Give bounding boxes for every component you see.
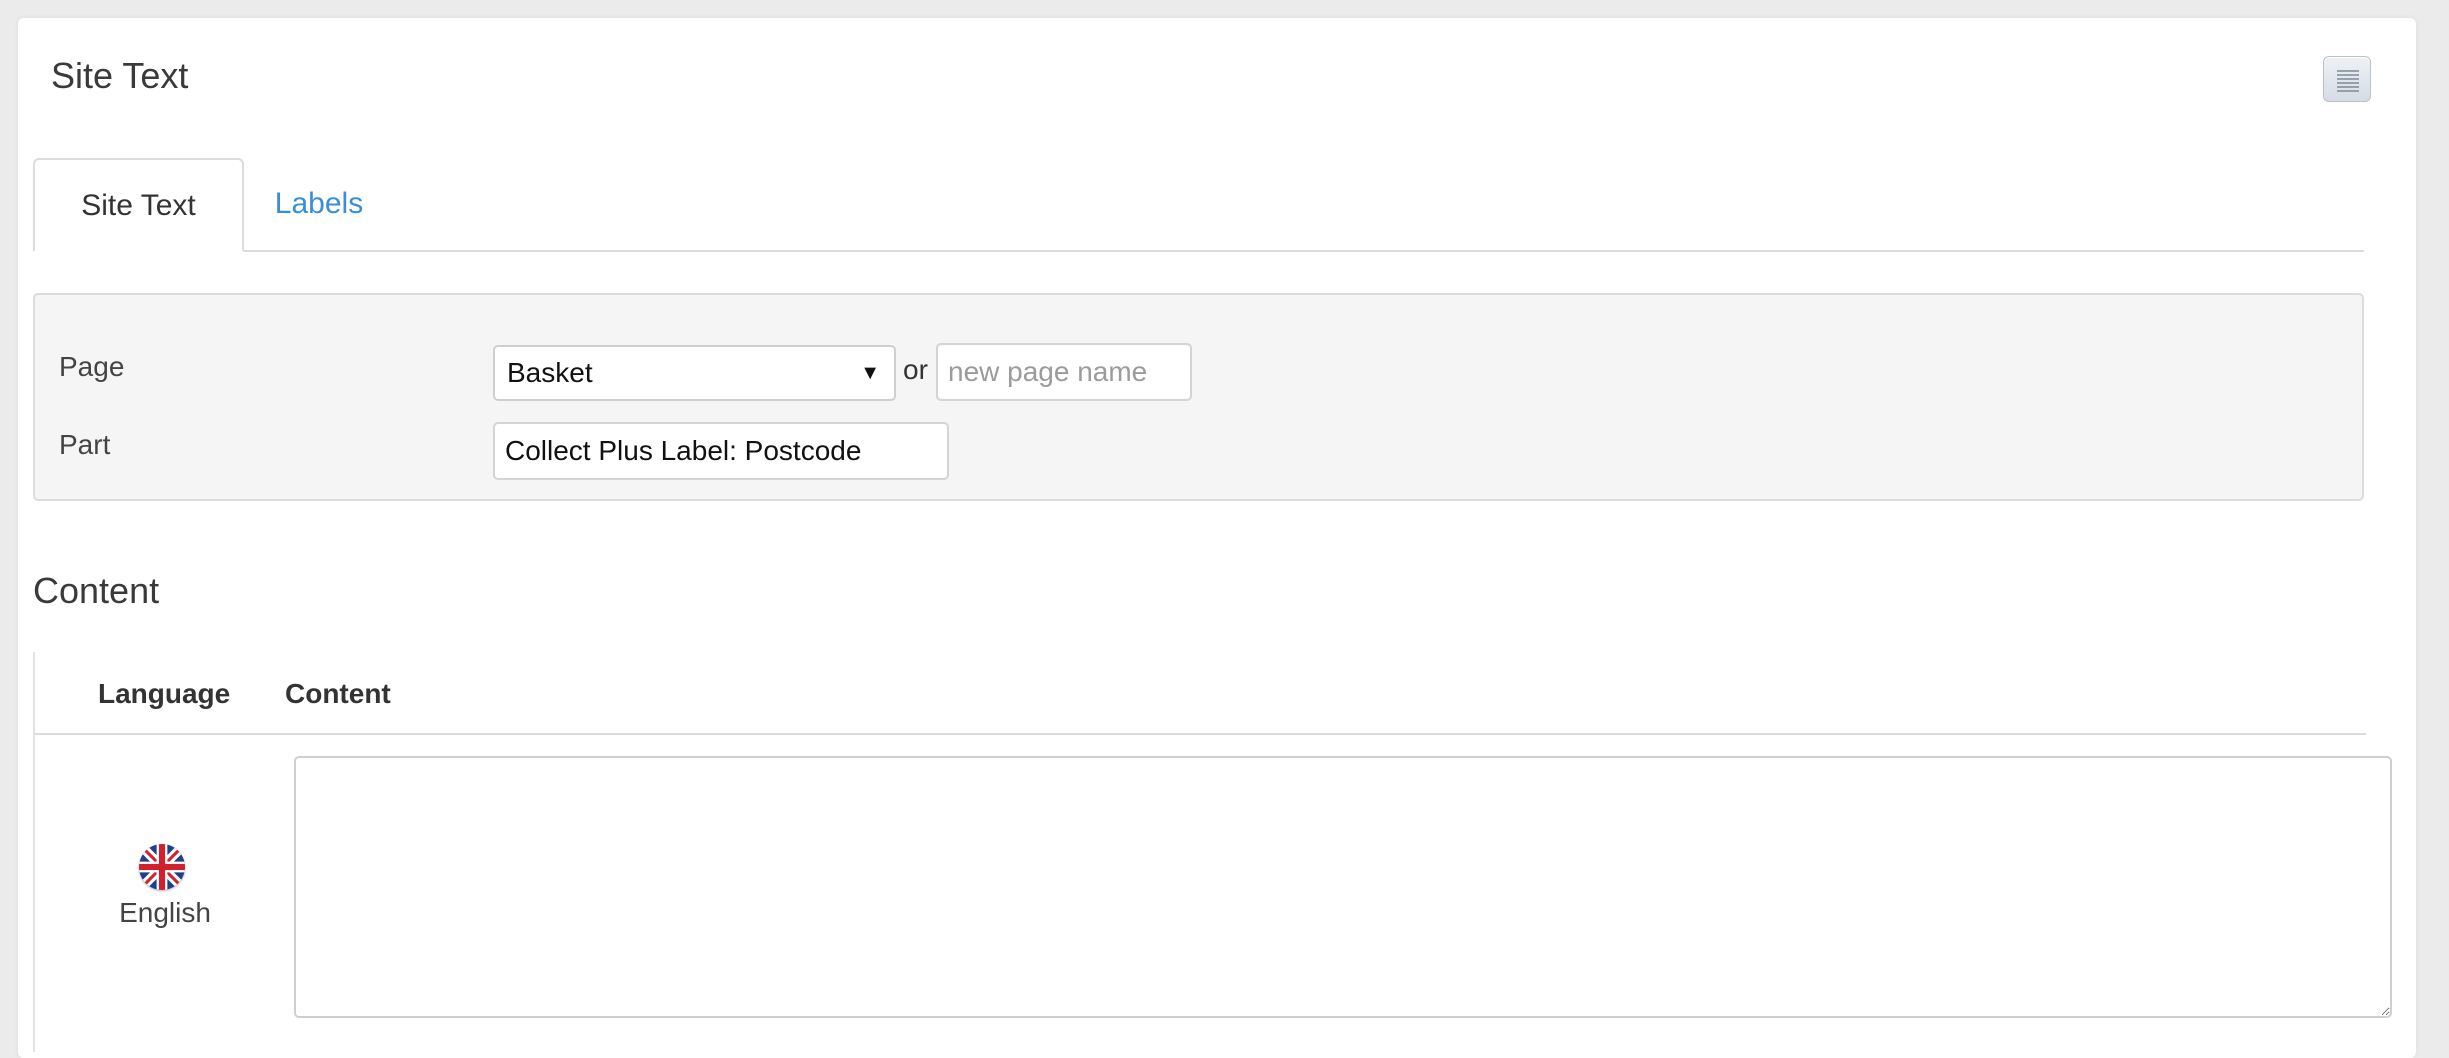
or-separator: or — [903, 354, 928, 385]
uk-flag-icon — [139, 844, 185, 890]
part-label: Part — [59, 429, 111, 460]
new-page-name-input[interactable] — [936, 343, 1192, 401]
column-header-language: Language — [98, 678, 231, 709]
panel-title: Site Text — [51, 55, 189, 96]
site-text-form — [33, 293, 2364, 501]
tab-site-text[interactable]: Site Text — [33, 158, 244, 252]
dropdown-arrow-icon: ▼ — [860, 362, 880, 384]
page-select[interactable]: Basket ▼ — [493, 345, 896, 401]
page-select-value: Basket — [507, 357, 593, 388]
content-table: Language Content English — [33, 652, 2400, 1052]
table-header-divider — [35, 733, 2366, 735]
language-name: English — [119, 897, 211, 928]
panel-menu-button[interactable] — [2323, 56, 2371, 102]
list-icon — [2337, 70, 2359, 92]
tab-bar: Site Text Labels — [33, 158, 2364, 252]
column-header-content: Content — [285, 678, 391, 709]
page-label: Page — [59, 351, 125, 382]
content-section-title: Content — [33, 570, 160, 611]
english-content-textarea[interactable] — [294, 756, 2392, 1018]
part-input[interactable] — [493, 422, 949, 480]
tab-labels[interactable]: Labels — [244, 158, 394, 250]
